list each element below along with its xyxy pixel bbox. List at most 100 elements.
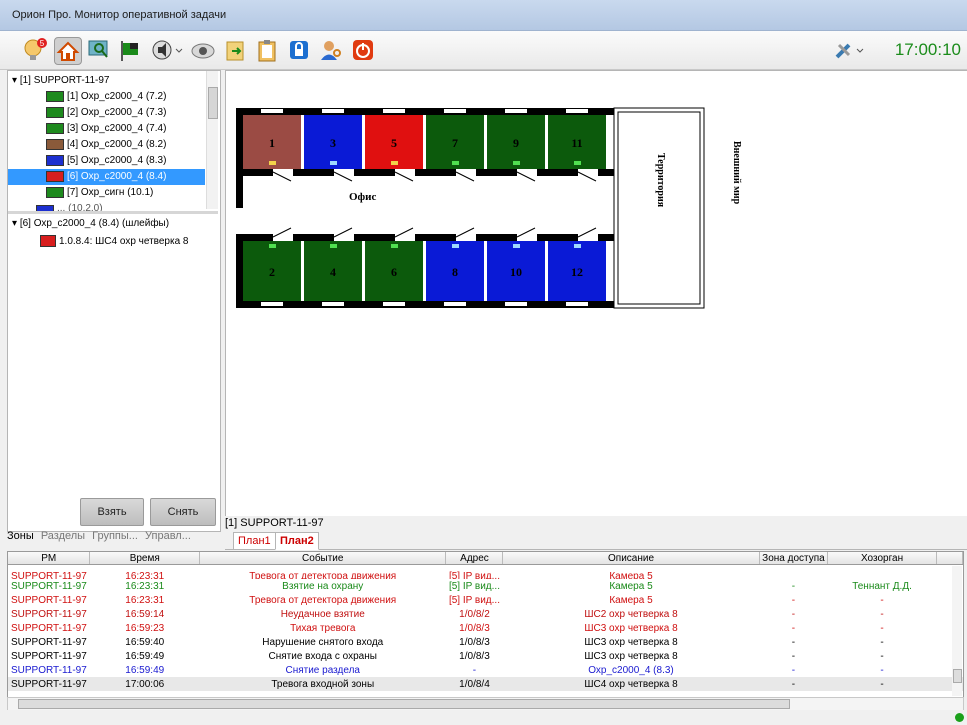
tree-item[interactable]: [7] Охр_сигн (10.1) [8, 185, 205, 201]
window [566, 302, 588, 306]
camera-icon[interactable] [190, 37, 216, 63]
window [322, 109, 344, 113]
log-scrollbar[interactable] [952, 566, 962, 696]
room-number: 7 [452, 136, 458, 150]
tree-item[interactable]: [6] Охр_с2000_4 (8.4) [8, 169, 205, 185]
tab-control[interactable]: Управл... [145, 530, 191, 542]
export-icon[interactable] [222, 37, 248, 63]
event-table: РМ Время Событие Адрес Описание Зона дос… [8, 552, 963, 691]
tree-item[interactable]: [5] Охр_с2000_4 (8.3) [8, 153, 205, 169]
table-row[interactable]: SUPPORT-11-97 16:23:31 Тревога от детектор… [8, 565, 963, 580]
cell-owner: - [880, 622, 884, 634]
lock-icon[interactable] [286, 37, 312, 63]
power-icon[interactable] [350, 37, 376, 63]
tree-item-label: [5] Охр_с2000_4 (8.3) [67, 155, 167, 166]
cell-addr: - [472, 664, 477, 676]
flag-icon[interactable] [118, 37, 144, 63]
user-key-icon[interactable] [318, 37, 344, 63]
territory-label: Территория [655, 153, 666, 208]
scroll-thumb[interactable] [18, 699, 790, 709]
plan-server-label: [1] SUPPORT-11-97 [225, 517, 324, 529]
status-bar [0, 710, 967, 725]
table-row[interactable]: SUPPORT-11-97 16:59:40 Нарушение снятого в… [8, 635, 963, 649]
cell-zone [759, 565, 828, 580]
speaker-icon[interactable] [150, 37, 184, 63]
sensor-indicator [391, 244, 398, 248]
tab-groups[interactable]: Группы... [92, 530, 138, 542]
room-number: 9 [513, 136, 519, 150]
col-event[interactable]: Событие [199, 552, 447, 565]
disarm-button[interactable]: Снять [150, 498, 216, 526]
scroll-thumb[interactable] [208, 87, 218, 119]
sensor-indicator [513, 161, 520, 165]
bulb-alert-icon[interactable]: 5 [22, 37, 48, 63]
tree-item[interactable]: [2] Охр_с2000_4 (7.3) [8, 105, 205, 121]
scroll-thumb[interactable] [953, 669, 962, 683]
table-row[interactable]: SUPPORT-11-97 16:59:23 Тихая тревога 1/0/8/… [8, 621, 963, 635]
table-row[interactable]: SUPPORT-11-97 16:23:31 Тревога от детектор… [8, 593, 963, 607]
tree-scrollbar[interactable] [206, 71, 218, 209]
table-row[interactable]: SUPPORT-11-97 16:59:49 Снятие входа с охра… [8, 649, 963, 663]
loops-root[interactable]: ▾ [6] Охр_с2000_4 (8.4) (шлейфы) [12, 216, 169, 232]
screen-search-icon[interactable] [86, 37, 112, 63]
col-access-zone[interactable]: Зона доступа [759, 552, 829, 565]
table-row[interactable]: SUPPORT-11-97 16:59:14 Неудачное взятие 1/0… [8, 607, 963, 621]
loops-item[interactable]: 1.0.8.4: ШС4 охр четверка 8 [40, 234, 189, 250]
alert-badge: 5 [40, 39, 45, 48]
tree-item[interactable]: [3] Охр_с2000_4 (7.4) [8, 121, 205, 137]
cell-event: Тревога от детектора движения [249, 594, 397, 606]
cell-addr: 1/0/8/3 [459, 622, 490, 634]
window [505, 302, 527, 306]
tree-item[interactable]: [4] Охр_с2000_4 (8.2) [8, 137, 205, 153]
table-row[interactable]: SUPPORT-11-97 17:00:06 Тревога входной зон… [8, 677, 963, 691]
col-owner[interactable]: Хозорган [827, 552, 937, 565]
expand-icon[interactable]: ▾ [12, 218, 17, 229]
cell-event: Тревога входной зоны [271, 678, 375, 690]
cell-event: Тревога от детектора движения [249, 571, 397, 579]
title-bar: Орион Про. Монитор оперативной задачи [0, 0, 967, 31]
cell-time: 16:59:40 [125, 636, 165, 648]
cell-owner: - [880, 636, 884, 648]
window-title: Орион Про. Монитор оперативной задачи [12, 9, 227, 21]
tab-plan2[interactable]: План2 [275, 532, 319, 550]
col-address[interactable]: Адрес [445, 552, 504, 565]
cell-pm: SUPPORT-11-97 [11, 594, 87, 606]
cell-addr: 1/0/8/3 [459, 650, 490, 662]
clipboard-icon[interactable] [254, 37, 280, 63]
cell-time: 16:23:31 [125, 571, 165, 579]
tools-icon[interactable] [833, 39, 867, 61]
zone-icon [46, 138, 64, 150]
cell-pm: SUPPORT-11-97 [11, 678, 87, 690]
cell-addr: [5] IP вид... [448, 580, 500, 592]
tree-root[interactable]: ▾ [1] SUPPORT-11-97 [12, 73, 109, 89]
home-icon[interactable] [54, 37, 82, 65]
cell-desc: Камера 5 [609, 571, 653, 579]
room-number: 2 [269, 265, 275, 279]
col-pm[interactable]: РМ [8, 552, 91, 565]
log-horizontal-scrollbar[interactable] [7, 697, 964, 711]
table-row[interactable]: SUPPORT-11-97 16:59:49 Снятие раздела - Охр_… [8, 663, 963, 677]
table-row[interactable]: SUPPORT-11-97 16:23:31 Взятие на охрану [5]… [8, 579, 963, 593]
door [273, 169, 293, 176]
tab-zones[interactable]: Зоны [7, 530, 34, 542]
cell-zone: - [791, 650, 796, 662]
tab-sections[interactable]: Разделы [41, 530, 85, 542]
col-description[interactable]: Описание [502, 552, 760, 565]
cell-event: Нарушение снятого входа [262, 636, 384, 648]
tab-plan1[interactable]: План1 [233, 532, 276, 549]
expand-icon[interactable]: ▾ [12, 75, 17, 86]
cell-pm: SUPPORT-11-97 [11, 580, 87, 592]
tree-partial-item[interactable]: ... (10.2.0) [36, 201, 103, 211]
door [456, 169, 476, 176]
tree-item[interactable]: [1] Охр_с2000_4 (7.2) [8, 89, 205, 105]
col-time[interactable]: Время [89, 552, 201, 565]
cell-pm: SUPPORT-11-97 [11, 650, 87, 662]
sensor-indicator [269, 244, 276, 248]
tree-item-label: [3] Охр_с2000_4 (7.4) [67, 123, 167, 134]
cell-time: 16:23:31 [125, 580, 165, 592]
cell-pm: SUPPORT-11-97 [11, 664, 87, 676]
arm-button[interactable]: Взять [80, 498, 144, 526]
sensor-indicator [452, 161, 459, 165]
cell-time: 16:59:49 [125, 664, 165, 676]
cell-owner: - [880, 594, 884, 606]
